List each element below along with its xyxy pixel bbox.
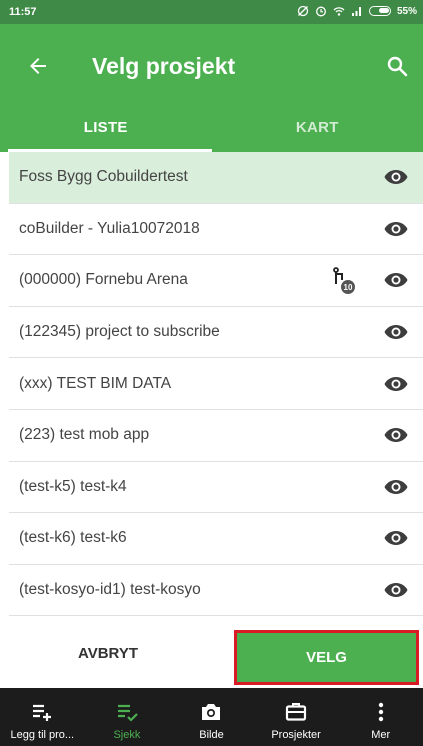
- project-name: (xxx) TEST BIM DATA: [19, 374, 172, 392]
- project-name: (223) test mob app: [19, 426, 150, 444]
- battery-icon: [368, 6, 391, 16]
- search-icon[interactable]: [385, 54, 409, 78]
- eye-icon[interactable]: [383, 425, 409, 445]
- eye-icon[interactable]: [383, 528, 409, 548]
- battery-level: 55%: [396, 5, 417, 17]
- project-row[interactable]: (xxx) TEST BIM DATA: [9, 358, 423, 410]
- choose-button-highlight: VELG: [234, 630, 419, 685]
- alarm-icon: [316, 6, 326, 17]
- nav-more[interactable]: Mer: [338, 688, 423, 746]
- project-list: Foss Bygg Cobuildertest coBuilder - Yuli…: [9, 152, 423, 617]
- view-tabs: LISTE KART: [0, 104, 423, 152]
- project-name: (122345) project to subscribe: [19, 323, 220, 341]
- project-row[interactable]: (122345) project to subscribe: [9, 307, 423, 359]
- project-name: (test-k5) test-k4: [19, 477, 127, 495]
- project-name: coBuilder - Yulia10072018: [19, 219, 200, 237]
- eye-icon[interactable]: [383, 374, 409, 394]
- bottom-nav: Legg til pro... Sjekk Bilde Prosjekter M…: [0, 688, 423, 746]
- nav-projects[interactable]: Prosjekter: [254, 688, 339, 746]
- status-time: 11:57: [9, 6, 37, 18]
- camera-icon: [202, 704, 221, 720]
- eye-icon[interactable]: [383, 219, 409, 239]
- tab-liste[interactable]: LISTE: [0, 104, 212, 152]
- page-title: Velg prosjekt: [92, 53, 236, 79]
- nav-label: Prosjekter: [271, 729, 321, 741]
- dialog-actions: AVBRYT VELG: [0, 618, 423, 688]
- playlist-check-icon: [117, 704, 138, 722]
- more-vertical-icon: [378, 702, 383, 722]
- nav-check[interactable]: Sjekk: [85, 688, 170, 746]
- branch-icon: 10: [333, 267, 355, 295]
- eye-icon[interactable]: [383, 322, 409, 342]
- playlist-add-icon: [33, 704, 52, 721]
- status-icons: 55%: [297, 5, 417, 17]
- eye-icon[interactable]: [383, 580, 409, 600]
- project-row[interactable]: coBuilder - Yulia10072018: [9, 204, 423, 256]
- briefcase-icon: [285, 703, 307, 721]
- eye-icon[interactable]: [383, 167, 409, 187]
- project-name: Foss Bygg Cobuildertest: [19, 168, 188, 186]
- eye-icon[interactable]: [383, 477, 409, 497]
- nav-label: Bilde: [199, 729, 224, 741]
- wifi-icon: [333, 7, 345, 16]
- branch-count-badge: 10: [344, 283, 353, 292]
- project-row[interactable]: Foss Bygg Cobuildertest: [9, 152, 423, 204]
- tab-kart[interactable]: KART: [212, 104, 423, 152]
- project-row[interactable]: (000000) Fornebu Arena 10: [9, 255, 423, 307]
- back-arrow-icon[interactable]: [26, 54, 50, 78]
- nav-photo[interactable]: Bilde: [169, 688, 254, 746]
- nav-label: Mer: [371, 729, 391, 741]
- nav-label: Sjekk: [113, 729, 141, 741]
- eye-icon[interactable]: [383, 270, 409, 290]
- project-name: (000000) Fornebu Arena: [19, 271, 188, 289]
- choose-button[interactable]: VELG: [237, 633, 416, 682]
- project-name: (test-k6) test-k6: [19, 529, 127, 547]
- nav-add-project[interactable]: Legg til pro...: [0, 688, 85, 746]
- status-bar: 11:57 55%: [0, 0, 423, 24]
- project-row[interactable]: (223) test mob app: [9, 410, 423, 462]
- signal-icon: [351, 7, 361, 16]
- project-name: (test-kosyo-id1) test-kosyo: [19, 581, 201, 599]
- project-row[interactable]: (test-k5) test-k4: [9, 462, 423, 514]
- cancel-button[interactable]: AVBRYT: [33, 629, 183, 679]
- project-row[interactable]: (test-kosyo-id1) test-kosyo: [9, 565, 423, 617]
- no-sound-icon: [297, 5, 309, 17]
- nav-label: Legg til pro...: [10, 729, 75, 741]
- app-bar: Velg prosjekt LISTE KART: [0, 24, 423, 152]
- project-row[interactable]: (test-k6) test-k6: [9, 513, 423, 565]
